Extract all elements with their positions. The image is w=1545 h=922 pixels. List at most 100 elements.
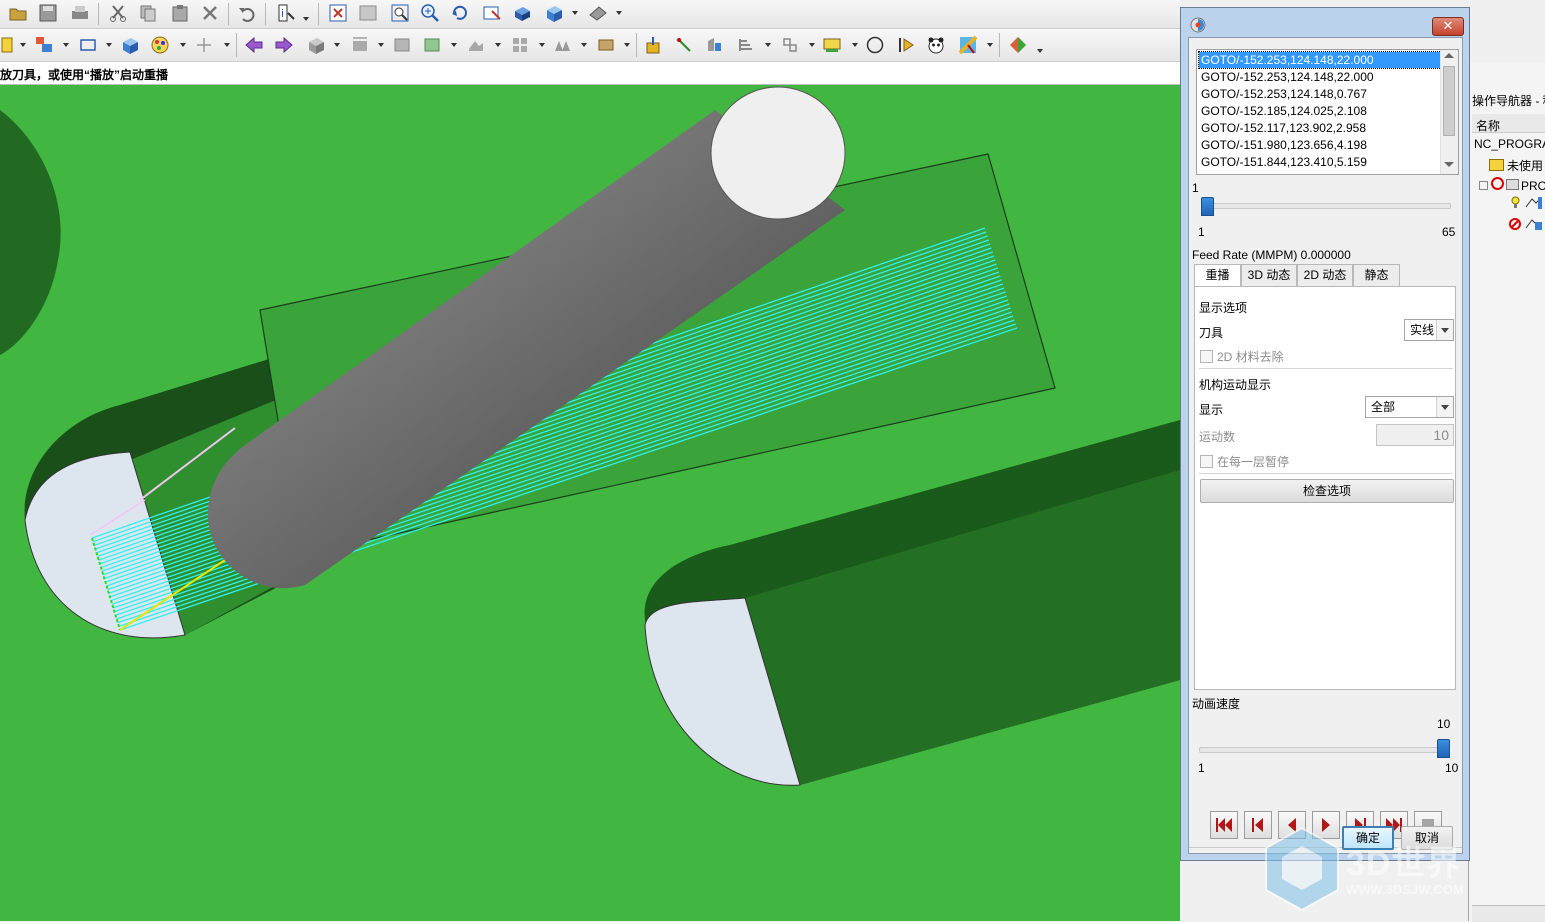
chevron-down-icon[interactable] bbox=[303, 17, 309, 21]
motion-count-field[interactable]: 10 bbox=[1376, 424, 1454, 446]
shaded-view-icon[interactable] bbox=[512, 3, 532, 23]
chevron-down-icon[interactable] bbox=[852, 43, 858, 47]
chevron-down-icon[interactable] bbox=[1037, 49, 1043, 53]
goto-list-item[interactable]: GOTO/-152.253,124.148,22.000 bbox=[1199, 69, 1445, 85]
tree-node-nc-program[interactable]: NC_PROGRAM bbox=[1474, 137, 1545, 151]
chevron-down-icon[interactable] bbox=[224, 43, 230, 47]
chevron-down-icon[interactable] bbox=[987, 43, 993, 47]
chevron-down-icon[interactable] bbox=[334, 43, 340, 47]
chevron-down-icon[interactable] bbox=[624, 43, 630, 47]
pattern-icon[interactable] bbox=[510, 35, 530, 55]
delete-icon[interactable] bbox=[200, 3, 220, 23]
cut-icon[interactable] bbox=[108, 3, 128, 23]
goto-list-item[interactable]: GOTO/-151.980,123.656,4.198 bbox=[1199, 137, 1445, 153]
graphics-viewport[interactable] bbox=[0, 85, 1180, 921]
zoom-window-icon[interactable] bbox=[358, 3, 378, 23]
goto-list-item[interactable]: GOTO/-152.253,124.148,0.767 bbox=[1199, 86, 1445, 102]
view-orientation-icon[interactable] bbox=[544, 3, 564, 23]
play-button[interactable] bbox=[1312, 811, 1340, 839]
pan-icon[interactable] bbox=[482, 3, 502, 23]
chevron-down-icon[interactable] bbox=[1436, 397, 1453, 417]
geometry-icon[interactable] bbox=[120, 35, 140, 55]
operation-icon[interactable] bbox=[1524, 216, 1542, 232]
operation-icon[interactable] bbox=[1524, 195, 1542, 211]
goto-list-item[interactable]: GOTO/-152.253,124.148,22.000 bbox=[1198, 51, 1446, 69]
draft-icon[interactable] bbox=[552, 35, 572, 55]
simulate-icon[interactable] bbox=[896, 35, 916, 55]
block-icon[interactable] bbox=[306, 35, 326, 55]
navigator-horizontal-scrollbar[interactable] bbox=[1472, 905, 1545, 922]
position-slider-track[interactable] bbox=[1201, 203, 1451, 209]
circle-icon[interactable] bbox=[865, 35, 885, 55]
chevron-down-icon[interactable] bbox=[1436, 320, 1453, 340]
chevron-down-icon[interactable] bbox=[63, 43, 69, 47]
chevron-down-icon[interactable] bbox=[378, 43, 384, 47]
fit-view-icon[interactable] bbox=[328, 3, 348, 23]
tool-display-select[interactable]: 实线 bbox=[1404, 319, 1454, 341]
chevron-down-icon[interactable] bbox=[539, 43, 545, 47]
copy-icon[interactable] bbox=[138, 3, 158, 23]
rectangle-select-icon[interactable] bbox=[78, 35, 98, 55]
speed-slider-thumb[interactable] bbox=[1437, 739, 1450, 758]
postprocess-icon[interactable] bbox=[736, 35, 756, 55]
scroll-up-icon[interactable] bbox=[1444, 53, 1454, 58]
zoom-box-icon[interactable] bbox=[390, 3, 410, 23]
display-select[interactable]: 全部 bbox=[1365, 396, 1454, 418]
cancel-button[interactable]: 取消 bbox=[1401, 826, 1453, 850]
chevron-down-icon[interactable] bbox=[765, 43, 771, 47]
operation-navigator-icon[interactable] bbox=[34, 35, 54, 55]
analysis-icon[interactable] bbox=[958, 35, 978, 55]
zoom-icon[interactable] bbox=[420, 3, 440, 23]
pause-each-layer-checkbox[interactable] bbox=[1200, 455, 1213, 468]
tree-node-program[interactable]: PRO bbox=[1479, 177, 1545, 193]
feature-icon[interactable] bbox=[466, 35, 486, 55]
chevron-down-icon[interactable] bbox=[495, 43, 501, 47]
step-back-button[interactable] bbox=[1244, 811, 1272, 839]
goto-listbox[interactable]: GOTO/-152.253,124.148,22.000 GOTO/-152.25… bbox=[1196, 49, 1459, 175]
chevron-down-icon[interactable] bbox=[572, 11, 578, 15]
color-palette-icon[interactable] bbox=[150, 35, 170, 55]
chevron-down-icon[interactable] bbox=[616, 11, 622, 15]
tab-2d-dynamic[interactable]: 2D 动态 bbox=[1297, 264, 1353, 286]
chevron-down-icon[interactable] bbox=[20, 43, 26, 47]
check-options-button[interactable]: 检查选项 bbox=[1200, 479, 1454, 503]
panda-icon[interactable] bbox=[926, 35, 946, 55]
diamond-icon[interactable] bbox=[1008, 35, 1028, 55]
scrollbar-thumb[interactable] bbox=[1443, 66, 1455, 136]
open-icon[interactable] bbox=[8, 3, 28, 23]
face-icon[interactable] bbox=[392, 35, 412, 55]
list-toolpath-icon[interactable] bbox=[704, 35, 724, 55]
position-slider-thumb[interactable] bbox=[1201, 197, 1214, 216]
shop-doc-icon[interactable] bbox=[780, 35, 800, 55]
tab-static[interactable]: 静态 bbox=[1353, 264, 1400, 286]
program-icon[interactable] bbox=[0, 35, 20, 55]
close-button[interactable]: ✕ bbox=[1432, 17, 1464, 36]
undo-icon[interactable] bbox=[237, 3, 257, 23]
goto-list-item[interactable]: GOTO/-151.844,123.410,5.159 bbox=[1199, 154, 1445, 170]
chevron-down-icon[interactable] bbox=[451, 43, 457, 47]
material-removal-checkbox[interactable] bbox=[1200, 350, 1213, 363]
play-reverse-button[interactable] bbox=[1278, 811, 1306, 839]
chevron-down-icon[interactable] bbox=[180, 43, 186, 47]
render-style-icon[interactable] bbox=[588, 3, 608, 23]
speed-slider-track[interactable] bbox=[1199, 747, 1449, 753]
machine-tool-icon[interactable] bbox=[822, 35, 842, 55]
arrow-left-icon[interactable] bbox=[244, 35, 264, 55]
offset-icon[interactable] bbox=[350, 35, 370, 55]
scroll-down-icon[interactable] bbox=[1444, 162, 1454, 167]
tab-replay[interactable]: 重播 bbox=[1194, 264, 1241, 287]
save-icon[interactable] bbox=[38, 3, 58, 23]
print-icon[interactable] bbox=[70, 3, 90, 23]
chevron-down-icon[interactable] bbox=[581, 43, 587, 47]
rotate-icon[interactable] bbox=[450, 3, 470, 23]
chevron-down-icon[interactable] bbox=[809, 43, 815, 47]
information-icon[interactable]: i bbox=[276, 3, 296, 23]
surface-icon[interactable] bbox=[422, 35, 442, 55]
chevron-down-icon[interactable] bbox=[106, 43, 112, 47]
generate-toolpath-icon[interactable] bbox=[644, 35, 664, 55]
goto-list-item[interactable]: GOTO/-152.185,124.025,2.108 bbox=[1199, 103, 1445, 119]
stock-icon[interactable] bbox=[596, 35, 616, 55]
goto-list-item[interactable]: GOTO/-152.117,123.902,2.958 bbox=[1199, 120, 1445, 136]
expand-icon[interactable] bbox=[1479, 181, 1488, 190]
snap-point-icon[interactable] bbox=[194, 35, 214, 55]
